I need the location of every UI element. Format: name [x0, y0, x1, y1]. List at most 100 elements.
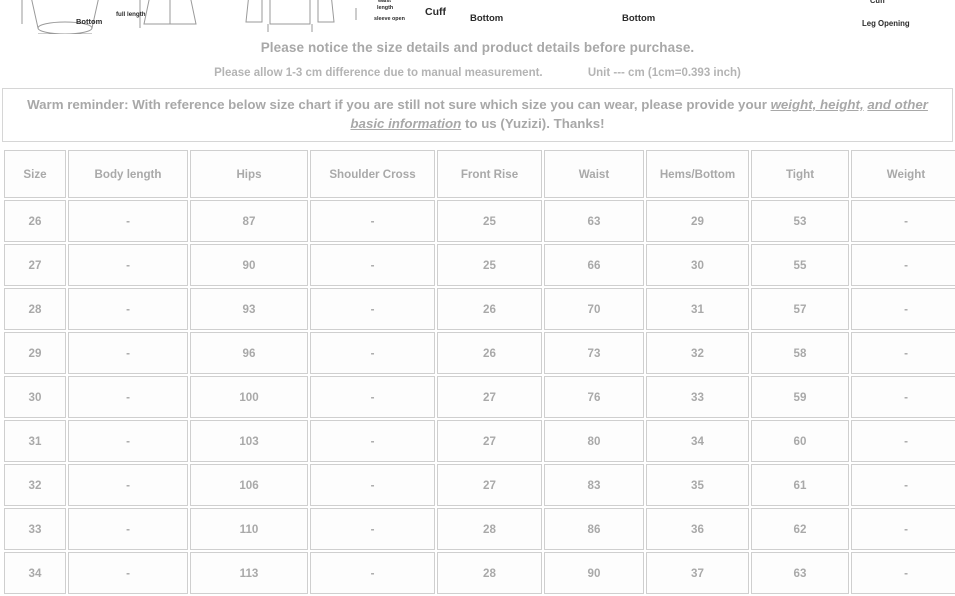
diagram-label: Bottom	[622, 13, 656, 24]
table-cell: 29	[646, 200, 749, 242]
size-chart-table-wrapper: Size Body length Hips Shoulder Cross Front R…	[2, 148, 955, 596]
table-cell: 27	[437, 464, 542, 506]
table-cell: 90	[190, 244, 308, 286]
table-cell: -	[851, 376, 955, 418]
table-cell: 27	[4, 244, 66, 286]
table-cell: 28	[4, 288, 66, 330]
table-body: 26-87-25 63 29 53-27-90-25 66 30 55-28-93-26 70…	[4, 200, 955, 594]
table-cell: 25	[437, 200, 542, 242]
table-cell: 30	[646, 244, 749, 286]
table-cell: 90	[544, 552, 644, 594]
table-cell: -	[68, 332, 188, 374]
table-cell: 110	[190, 508, 308, 550]
table-cell: 33	[4, 508, 66, 550]
table-header-cell: Body length	[68, 150, 188, 198]
table-cell: -	[68, 508, 188, 550]
table-cell: 37	[646, 552, 749, 594]
table-cell: 26	[4, 200, 66, 242]
table-cell: -	[68, 244, 188, 286]
table-cell: 58	[751, 332, 849, 374]
diagram-label: Bottom	[470, 13, 504, 24]
table-row: 34-113-28 90 37 63-	[4, 552, 955, 594]
table-cell: -	[851, 288, 955, 330]
table-cell: 60	[751, 420, 849, 462]
warm-reminder-box: Warm reminder: With reference below size…	[2, 88, 953, 142]
table-cell: 32	[646, 332, 749, 374]
notice-line-purchase: Please notice the size details and produ…	[260, 40, 695, 55]
table-cell: 61	[751, 464, 849, 506]
diagram-label: waist	[378, 0, 391, 4]
table-cell: 59	[751, 376, 849, 418]
table-cell: -	[851, 508, 955, 550]
table-cell: 73	[544, 332, 644, 374]
table-cell: -	[310, 508, 435, 550]
table-cell: 25	[437, 244, 542, 286]
table-cell: 57	[751, 288, 849, 330]
table-cell: 26	[437, 332, 542, 374]
table-header-cell: Size	[4, 150, 66, 198]
table-cell: -	[68, 376, 188, 418]
notice-line-measurement: Please allow 1-3 cm difference due to ma…	[0, 55, 955, 80]
table-cell: 103	[190, 420, 308, 462]
table-cell: -	[68, 464, 188, 506]
table-cell: 31	[646, 288, 749, 330]
table-cell: 33	[646, 376, 749, 418]
table-cell: -	[310, 464, 435, 506]
table-row: 33-110-28 86 36 62-	[4, 508, 955, 550]
table-cell: 28	[437, 508, 542, 550]
table-cell: 53	[751, 200, 849, 242]
table-cell: 27	[437, 420, 542, 462]
table-cell: 26	[437, 288, 542, 330]
table-header-cell: Weight	[851, 150, 955, 198]
warm-reminder-text: Warm reminder: With reference below size…	[9, 95, 946, 133]
table-cell: 80	[544, 420, 644, 462]
table-row: 30-100-27 76 33 59-	[4, 376, 955, 418]
table-header-cell: Waist	[544, 150, 644, 198]
table-cell: 100	[190, 376, 308, 418]
table-header-cell: Shoulder Cross	[310, 150, 435, 198]
table-header-row: Size Body length Hips Shoulder Cross Front R…	[4, 150, 955, 198]
table-cell: -	[68, 288, 188, 330]
warm-reminder-lead: Warm reminder: With reference below size…	[27, 97, 771, 112]
table-cell: 113	[190, 552, 308, 594]
diagram-label: sleeve open	[374, 16, 405, 22]
table-row: 29-96-26 73 32 58-	[4, 332, 955, 374]
table-cell: -	[310, 420, 435, 462]
warm-reminder-tail: to us (Yuzizi). Thanks!	[461, 116, 605, 131]
table-cell: -	[851, 332, 955, 374]
table-cell: 32	[4, 464, 66, 506]
table-cell: -	[310, 552, 435, 594]
table-cell: 63	[544, 200, 644, 242]
table-cell: 66	[544, 244, 644, 286]
table-cell: 36	[646, 508, 749, 550]
table-row: 28-93-26 70 31 57-	[4, 288, 955, 330]
table-row: 26-87-25 63 29 53-	[4, 200, 955, 242]
table-cell: 62	[751, 508, 849, 550]
table-header-cell: Hips	[190, 150, 308, 198]
diagram-label: full length	[116, 11, 146, 18]
table-cell: 76	[544, 376, 644, 418]
table-cell: -	[851, 552, 955, 594]
table-cell: -	[310, 376, 435, 418]
table-header-cell: Front Rise	[437, 150, 542, 198]
table-cell: -	[310, 200, 435, 242]
table-cell: -	[68, 552, 188, 594]
table-cell: 96	[190, 332, 308, 374]
table-cell: -	[310, 244, 435, 286]
table-cell: 28	[437, 552, 542, 594]
diagram-label: Bottom	[76, 17, 103, 26]
diagram-label: Cuff	[870, 0, 885, 5]
diagram-label: Leg Opening	[862, 19, 910, 28]
table-header-cell: Tight	[751, 150, 849, 198]
table-cell: -	[851, 200, 955, 242]
measurement-tolerance-text: Please allow 1-3 cm difference due to ma…	[214, 66, 543, 79]
warm-reminder-emphasis-one: weight, height,	[770, 97, 864, 112]
table-cell: 27	[437, 376, 542, 418]
diagram-label: Cuff	[425, 6, 446, 18]
table-cell: 87	[190, 200, 308, 242]
size-chart-table: Size Body length Hips Shoulder Cross Front R…	[2, 148, 955, 596]
table-cell: 29	[4, 332, 66, 374]
table-cell: -	[310, 288, 435, 330]
table-cell: 83	[544, 464, 644, 506]
table-row: 31-103-27 80 34 60-	[4, 420, 955, 462]
